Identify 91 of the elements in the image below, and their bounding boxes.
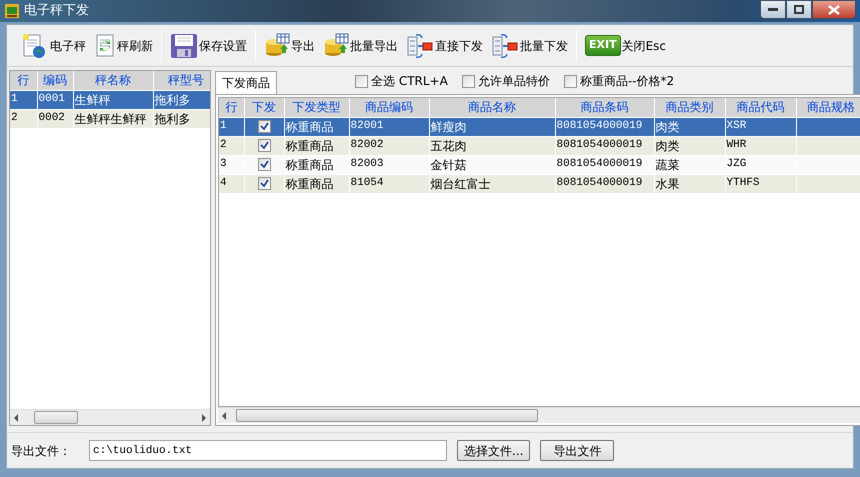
table-cell: 0002 bbox=[37, 109, 73, 128]
table-cell: 称重商品 bbox=[284, 117, 349, 136]
table-cell: 82001 bbox=[349, 117, 429, 136]
table-cell: 生鲜秤 bbox=[73, 90, 153, 109]
table-row[interactable]: 1 0001 生鲜秤 拖利多 bbox=[10, 90, 210, 109]
table-cell: WHR bbox=[725, 136, 796, 155]
column-header[interactable]: 商品规格 bbox=[796, 98, 860, 117]
table-cell: JZG bbox=[725, 155, 796, 174]
window-title: 电子秤下发 bbox=[24, 2, 89, 20]
close-button[interactable]: EXIT 关闭Esc bbox=[585, 35, 666, 56]
table-cell: YTHFS bbox=[725, 174, 796, 193]
exit-badge: EXIT bbox=[585, 35, 621, 56]
table-cell: 2 bbox=[10, 109, 37, 128]
field-label: 导出文件： bbox=[11, 442, 71, 460]
toolbar-button[interactable]: 直接下发 bbox=[406, 32, 483, 58]
table-cell: 拖利多 bbox=[153, 90, 210, 109]
column-header[interactable]: 行 bbox=[10, 71, 37, 90]
table-cell: 2 bbox=[219, 136, 244, 155]
column-header[interactable]: 商品编码 bbox=[349, 98, 429, 117]
column-header[interactable]: 行 bbox=[219, 98, 244, 117]
refresh-icon bbox=[94, 32, 116, 58]
table-cell: 8081054000019 bbox=[555, 155, 654, 174]
checkbox-option[interactable]: 允许单品特价 bbox=[462, 72, 550, 90]
database-export-icon bbox=[264, 32, 290, 58]
action-button[interactable]: 导出文件 bbox=[540, 440, 614, 461]
table-cell: 1 bbox=[10, 90, 37, 109]
table-cell: 金针菇 bbox=[429, 155, 555, 174]
table-cell: 8081054000019 bbox=[555, 117, 654, 136]
toolbar-button[interactable]: 保存设置 bbox=[170, 32, 247, 58]
input-field[interactable]: c:\tuoliduo.txt bbox=[89, 440, 447, 461]
table-cell: 五花肉 bbox=[429, 136, 555, 155]
checkbox[interactable] bbox=[258, 176, 270, 190]
table-row[interactable]: 1 称重商品 82001 鲜瘦肉 8081054000019 肉类 XSR bbox=[219, 117, 860, 136]
table-cell: 3 bbox=[219, 155, 244, 174]
app-icon bbox=[4, 3, 20, 19]
table-cell: 4 bbox=[219, 174, 244, 193]
checkbox[interactable] bbox=[258, 158, 270, 170]
checkbox[interactable] bbox=[258, 138, 270, 152]
horizontal-scrollbar[interactable] bbox=[10, 409, 210, 425]
tab[interactable]: 下发商品 bbox=[215, 71, 277, 94]
maximize-button[interactable] bbox=[786, 0, 812, 19]
table-row[interactable]: 3 称重商品 82003 金针菇 8081054000019 蔬菜 JZG bbox=[219, 155, 860, 174]
column-header[interactable]: 商品类别 bbox=[654, 98, 725, 117]
close-icon bbox=[828, 4, 840, 14]
column-header[interactable]: 下发 bbox=[244, 98, 284, 117]
table-cell: 8081054000019 bbox=[555, 136, 654, 155]
table-cell: 称重商品 bbox=[284, 136, 349, 155]
table-cell: 0001 bbox=[37, 90, 73, 109]
column-header[interactable]: 秤型号 bbox=[153, 71, 210, 90]
table-cell: 称重商品 bbox=[284, 174, 349, 193]
action-button[interactable]: 选择文件... bbox=[457, 440, 530, 461]
toolbar-button[interactable]: 导出 bbox=[264, 32, 315, 58]
checkbox[interactable] bbox=[258, 120, 270, 132]
table-row[interactable]: 2 0002 生鲜秤生鲜秤 拖利多 bbox=[10, 109, 210, 128]
checkbox-option[interactable]: 全选 CTRL+A bbox=[355, 72, 448, 90]
minimize-icon bbox=[768, 8, 778, 12]
table-cell: 1 bbox=[219, 117, 244, 136]
column-header[interactable]: 下发类型 bbox=[284, 98, 349, 117]
list-send-icon bbox=[491, 32, 519, 58]
column-header[interactable]: 商品条码 bbox=[555, 98, 654, 117]
toolbar-button[interactable]: 批量导出 bbox=[323, 32, 398, 58]
table-cell: 8081054000019 bbox=[555, 174, 654, 193]
table-cell: 肉类 bbox=[654, 136, 725, 155]
minimize-button[interactable] bbox=[760, 0, 786, 19]
table-cell: 拖利多 bbox=[153, 109, 210, 128]
table-cell: 称重商品 bbox=[284, 155, 349, 174]
checkbox-option[interactable]: 称重商品--价格*2 bbox=[564, 72, 674, 90]
column-header[interactable]: 商品名称 bbox=[429, 98, 555, 117]
table-cell: 82002 bbox=[349, 136, 429, 155]
table-row[interactable]: 4 称重商品 81054 烟台红富士 8081054000019 水果 YTHFS bbox=[219, 174, 860, 193]
table-cell: 鲜瘦肉 bbox=[429, 117, 555, 136]
horizontal-scrollbar[interactable] bbox=[218, 407, 860, 423]
column-header[interactable]: 编码 bbox=[37, 71, 73, 90]
table-cell: 蔬菜 bbox=[654, 155, 725, 174]
table-cell: 生鲜秤生鲜秤 bbox=[73, 109, 153, 128]
table-cell: 肉类 bbox=[654, 117, 725, 136]
toolbar-button[interactable]: 电子秤 bbox=[21, 32, 86, 58]
toolbar-button[interactable]: 批量下发 bbox=[491, 32, 568, 58]
column-header[interactable]: 秤名称 bbox=[73, 71, 153, 90]
table-cell: 烟台红富士 bbox=[429, 174, 555, 193]
table-cell: 水果 bbox=[654, 174, 725, 193]
maximize-icon bbox=[794, 5, 804, 14]
toolbar-button[interactable]: 秤刷新 bbox=[94, 32, 153, 58]
column-header[interactable]: 商品代码 bbox=[725, 98, 796, 117]
table-cell: 82003 bbox=[349, 155, 429, 174]
list-send-icon bbox=[406, 32, 434, 58]
table-row[interactable]: 2 称重商品 82002 五花肉 8081054000019 肉类 WHR bbox=[219, 136, 860, 155]
close-button[interactable] bbox=[812, 0, 856, 19]
database-export-icon bbox=[323, 32, 349, 58]
table-cell: XSR bbox=[725, 117, 796, 136]
table-cell: 81054 bbox=[349, 174, 429, 193]
